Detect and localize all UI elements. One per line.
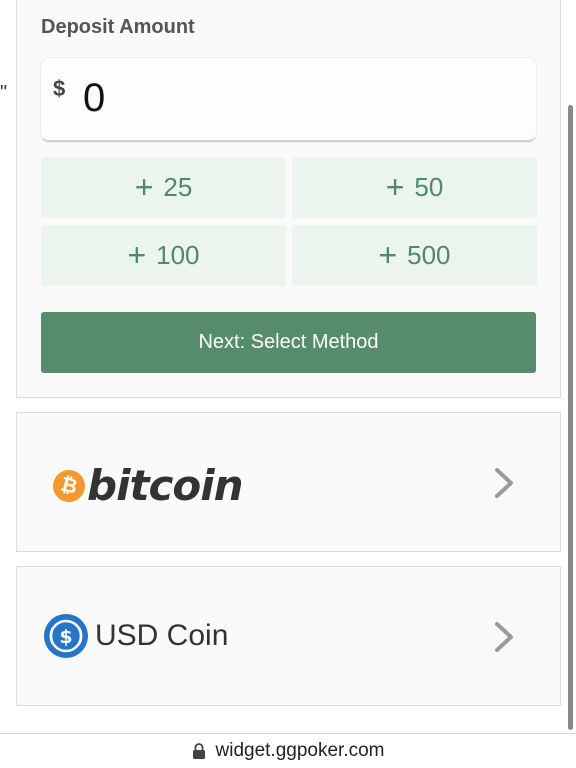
- quick-add-label: 500: [407, 240, 451, 270]
- usdc-logo-text: USD Coin: [95, 619, 229, 652]
- deposit-title: Deposit Amount: [41, 16, 195, 38]
- quick-add-100-button[interactable]: + 100: [41, 225, 286, 286]
- chevron-right-icon: [495, 468, 513, 498]
- plus-icon: +: [127, 237, 147, 273]
- bitcoin-icon: ₿: [49, 466, 89, 505]
- usdc-logo: $ USD Coin: [43, 613, 228, 659]
- svg-text:$: $: [59, 626, 72, 648]
- lock-icon: [192, 743, 205, 759]
- quick-add-25-button[interactable]: + 25: [41, 157, 286, 218]
- vertical-scrollbar[interactable]: [568, 105, 573, 730]
- browser-url-bar[interactable]: widget.ggpoker.com: [0, 733, 576, 768]
- next-select-method-button[interactable]: Next: Select Method: [41, 312, 536, 373]
- amount-value: 0: [83, 76, 106, 120]
- deposit-card: Deposit Amount $ 0 + 25 + 50 + 100 + 500…: [16, 0, 561, 398]
- quick-add-label: 25: [163, 172, 193, 202]
- plus-icon: +: [134, 169, 154, 205]
- stray-quote-mark: ": [0, 82, 8, 104]
- quick-add-label: 50: [414, 172, 444, 202]
- currency-symbol: $: [53, 76, 66, 101]
- bitcoin-logo-text: bitcoin: [87, 461, 244, 510]
- chevron-right-icon: [495, 622, 513, 652]
- usdc-icon: $: [44, 614, 88, 658]
- payment-method-usdc[interactable]: $ USD Coin: [16, 566, 561, 706]
- plus-icon: +: [378, 237, 398, 273]
- quick-add-label: 100: [156, 240, 200, 270]
- amount-input[interactable]: $ 0: [41, 58, 536, 142]
- plus-icon: +: [385, 169, 405, 205]
- url-text: widget.ggpoker.com: [215, 740, 385, 761]
- bitcoin-logo: ₿ bitcoin: [49, 461, 244, 510]
- payment-method-bitcoin[interactable]: ₿ bitcoin: [16, 412, 561, 552]
- quick-add-500-button[interactable]: + 500: [292, 225, 537, 286]
- quick-add-50-button[interactable]: + 50: [292, 157, 537, 218]
